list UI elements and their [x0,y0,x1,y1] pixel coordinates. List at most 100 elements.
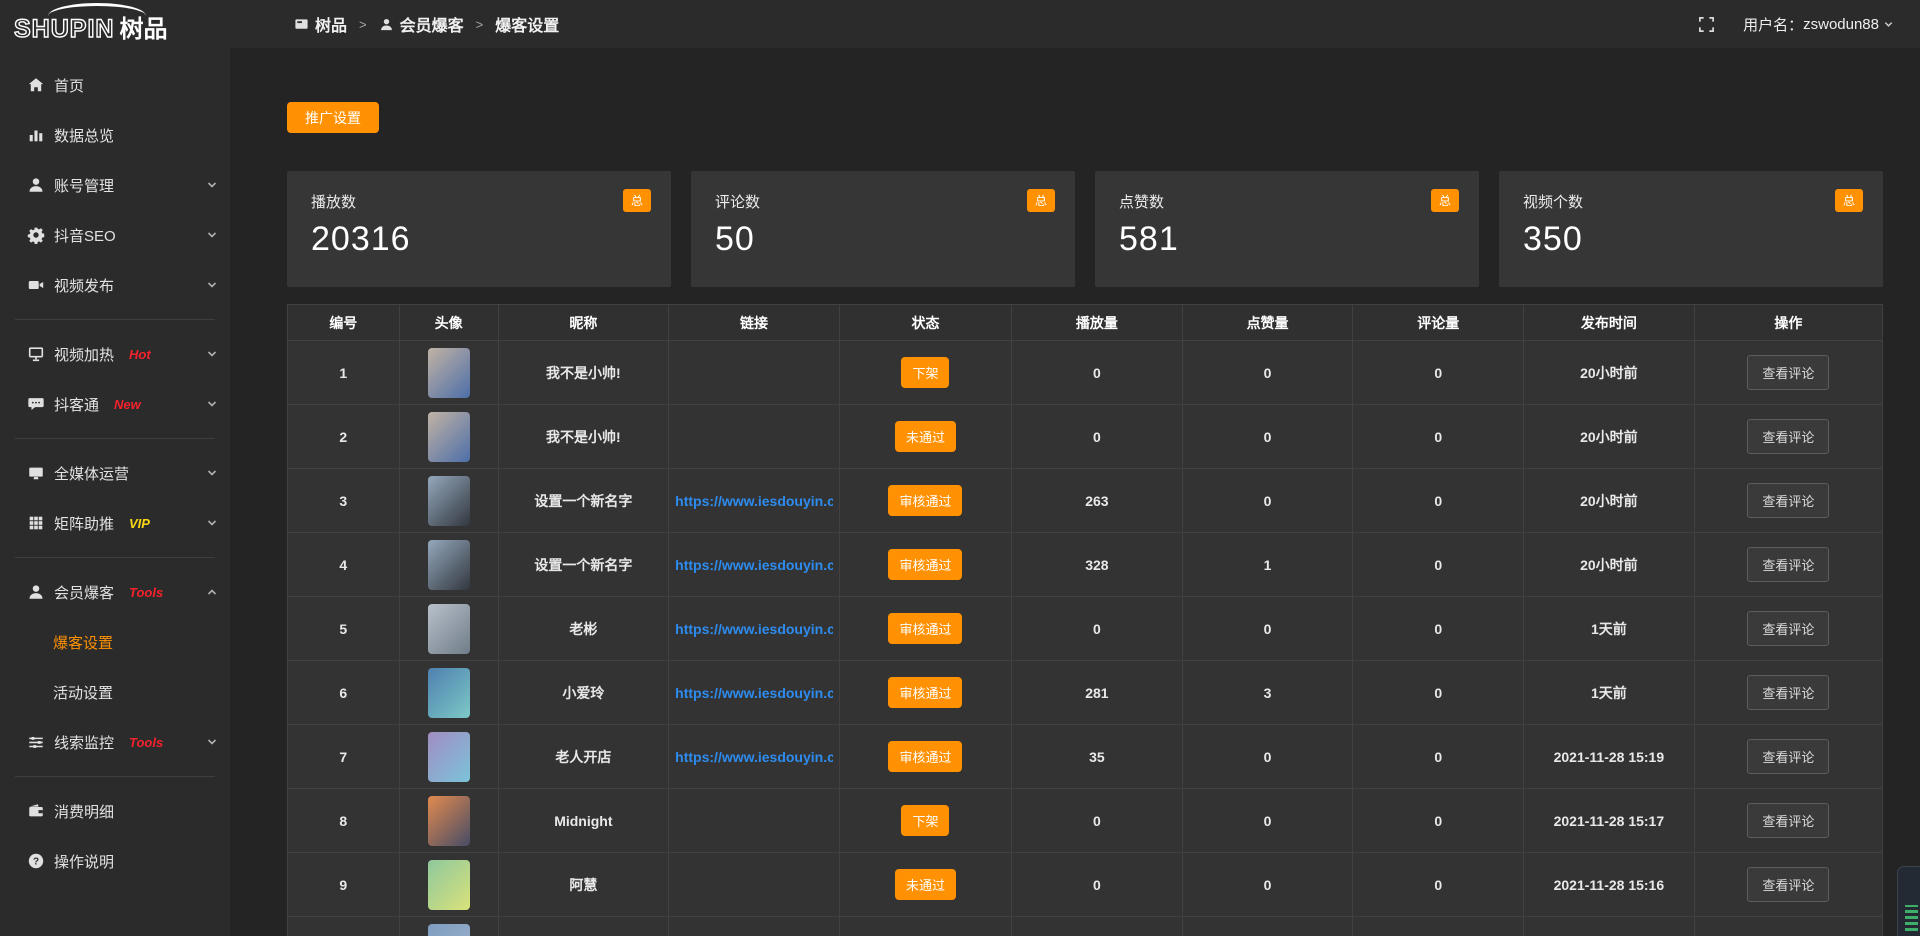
cell-plays: 0 [1012,853,1183,917]
cell-comments: 0 [1353,597,1524,661]
chevron-up-icon [206,586,218,598]
promo-settings-button[interactable]: 推广设置 [287,102,379,133]
cell-plays: 328 [1012,533,1183,597]
column-header: 状态 [839,305,1011,341]
view-comments-button[interactable]: 查看评论 [1747,675,1829,710]
sidebar-item-1[interactable]: 数据总览 [0,110,230,160]
breadcrumb-item-1[interactable]: 会员爆客 [379,12,464,36]
cell-likes: 0 [1182,597,1353,661]
stat-label: 播放数 [311,191,647,212]
stat-card-2: 点赞数581总 [1095,171,1479,287]
sidebar-item-7[interactable]: 抖客通New [0,379,230,429]
cell-id: 6 [288,661,400,725]
column-header: 评论量 [1353,305,1524,341]
sidebar-subitem-14[interactable]: 活动设置 [0,667,230,717]
cell-status: 未通过 [839,405,1011,469]
sidebar-item-12[interactable]: 会员爆客Tools [0,567,230,617]
cell-action: 查看评论 [1694,405,1882,469]
status-badge[interactable]: 未通过 [895,869,956,900]
sidebar-item-3[interactable]: 抖音SEO [0,210,230,260]
cell-nickname: 设置一个新名字 [498,469,669,533]
user-menu[interactable]: 用户名： zswodun88 [1743,14,1894,35]
logo-text-cn: 树品 [119,18,167,42]
cell-likes: 1 [1182,533,1353,597]
cell-action: 查看评论 [1694,341,1882,405]
avatar [428,668,470,718]
floating-widget[interactable] [1897,866,1920,936]
video-link[interactable]: https://www.iesdouyin.c [675,621,833,637]
sidebar-item-18[interactable]: ?操作说明 [0,836,230,886]
username-prefix: 用户名： [1743,14,1803,35]
sidebar-item-label: 首页 [54,75,84,96]
status-badge[interactable]: 审核通过 [888,613,962,644]
status-badge[interactable]: 审核通过 [888,741,962,772]
sidebar-item-15[interactable]: 线索监控Tools [0,717,230,767]
cell-comments: 0 [1353,789,1524,853]
status-badge[interactable]: 审核通过 [888,485,962,516]
sidebar-item-9[interactable]: 全媒体运营 [0,448,230,498]
video-link[interactable]: https://www.iesdouyin.c [675,493,833,509]
video-link[interactable]: https://www.iesdouyin.c [675,749,833,765]
total-badge: 总 [1027,189,1055,212]
cell-time: 2021-11-28 15:16 [1524,853,1695,917]
cell-id: 8 [288,789,400,853]
column-header: 编号 [288,305,400,341]
cell [839,917,1011,936]
cell-avatar [399,789,498,853]
cell-id: 9 [288,853,400,917]
cell-link: https://www.iesdouyin.c [669,661,840,725]
breadcrumb-item-0[interactable]: 树品 [294,12,347,36]
view-comments-button[interactable]: 查看评论 [1747,611,1829,646]
cell-status: 审核通过 [839,533,1011,597]
app-logo[interactable]: SHUPIN 树品 [0,0,230,48]
total-badge: 总 [1431,189,1459,212]
avatar [428,796,470,846]
sidebar-item-0[interactable]: 首页 [0,60,230,110]
avatar [428,540,470,590]
cell-link: https://www.iesdouyin.c [669,597,840,661]
cell-avatar [399,341,498,405]
view-comments-button[interactable]: 查看评论 [1747,803,1829,838]
cell-time: 1天前 [1524,661,1695,725]
status-badge[interactable]: 未通过 [895,421,956,452]
status-badge[interactable]: 下架 [901,357,949,388]
sidebar-item-4[interactable]: 视频发布 [0,260,230,310]
status-badge[interactable]: 审核通过 [888,549,962,580]
sidebar: SHUPIN 树品 首页数据总览账号管理抖音SEO视频发布视频加热Hot抖客通N… [0,0,230,936]
video-link[interactable]: https://www.iesdouyin.c [675,557,833,573]
view-comments-button[interactable]: 查看评论 [1747,547,1829,582]
cell-id: 4 [288,533,400,597]
topbar: 树品>会员爆客>爆客设置 用户名： zswodun88 [230,0,1920,48]
status-badge[interactable]: 审核通过 [888,677,962,708]
sidebar-item-6[interactable]: 视频加热Hot [0,329,230,379]
view-comments-button[interactable]: 查看评论 [1747,739,1829,774]
sidebar-item-17[interactable]: 消费明细 [0,786,230,836]
menu-badge: Hot [129,347,151,362]
status-badge[interactable]: 下架 [901,805,949,836]
breadcrumb-label: 树品 [315,12,347,36]
view-comments-button[interactable]: 查看评论 [1747,867,1829,902]
avatar [428,348,470,398]
avatar [428,860,470,910]
fullscreen-icon[interactable] [1698,16,1715,33]
cell-nickname: 老彬 [498,597,669,661]
cell-status: 下架 [839,789,1011,853]
view-comments-button[interactable]: 查看评论 [1747,483,1829,518]
view-comments-button[interactable]: 查看评论 [1747,419,1829,454]
cell-action: 查看评论 [1694,469,1882,533]
view-comments-button[interactable]: 查看评论 [1747,355,1829,390]
chevron-down-icon [206,467,218,479]
breadcrumb-item-2[interactable]: 爆客设置 [495,12,559,36]
stats-cards: 播放数20316总评论数50总点赞数581总视频个数350总 [287,171,1883,287]
sidebar-divider [15,438,215,439]
sidebar-item-label: 线索监控 [54,732,114,753]
video-link[interactable]: https://www.iesdouyin.c [675,685,833,701]
avatar [428,732,470,782]
sidebar-subitem-13[interactable]: 爆客设置 [0,617,230,667]
sidebar-item-2[interactable]: 账号管理 [0,160,230,210]
cell-avatar [399,533,498,597]
cell [399,917,498,936]
cell-status: 审核通过 [839,469,1011,533]
sliders-icon [27,733,45,751]
sidebar-item-10[interactable]: 矩阵助推VIP [0,498,230,548]
